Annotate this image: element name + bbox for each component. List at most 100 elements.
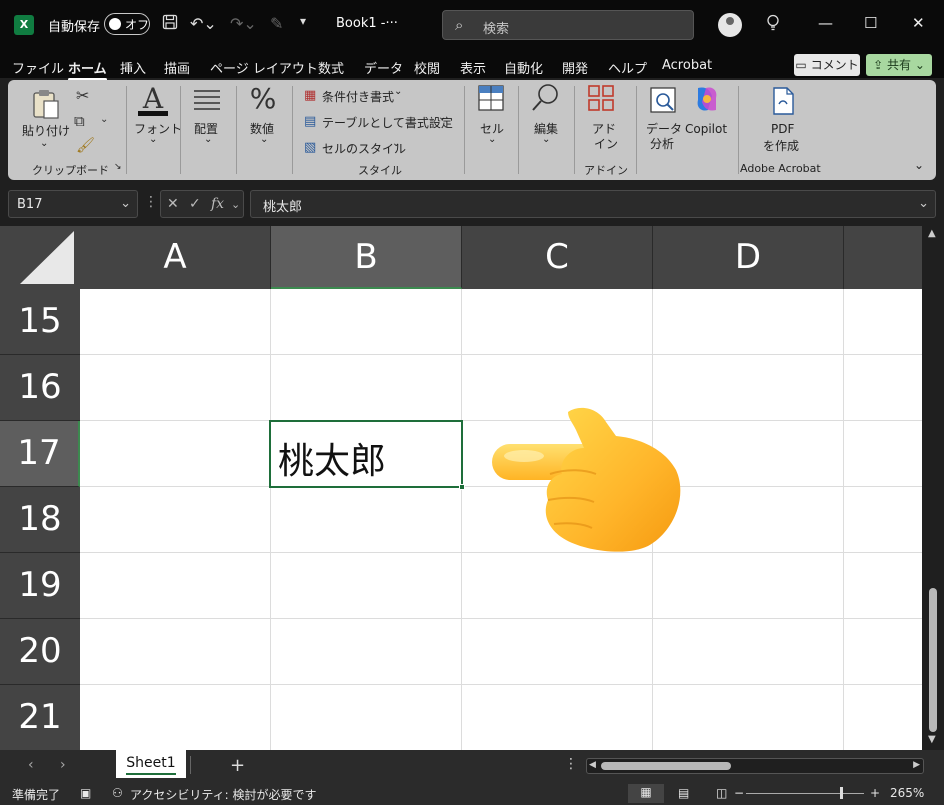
- cancel-icon[interactable]: ✕: [167, 196, 179, 212]
- format-as-table-button[interactable]: テーブルとして書式設定: [322, 114, 453, 131]
- horizontal-scrollbar[interactable]: ◀ ▶: [586, 758, 924, 774]
- autosave-toggle[interactable]: オフ: [104, 13, 150, 35]
- scroll-down-icon[interactable]: ▼: [928, 734, 936, 745]
- minimize-button[interactable]: —: [818, 14, 833, 32]
- number-chevron-icon[interactable]: ⌄: [260, 134, 268, 145]
- copy-icon[interactable]: ⧉: [74, 112, 85, 130]
- row-header-15[interactable]: 15: [0, 289, 80, 355]
- editing-chevron-icon[interactable]: ⌄: [542, 134, 550, 145]
- zoom-slider-thumb[interactable]: [840, 787, 843, 799]
- next-sheet-icon[interactable]: ›: [60, 757, 66, 773]
- paste-icon[interactable]: [30, 88, 62, 124]
- share-button[interactable]: ⇪ 共有 ⌄: [866, 54, 932, 76]
- menu-help[interactable]: ヘルプ: [608, 58, 647, 77]
- row-header-17[interactable]: 17: [0, 421, 80, 487]
- search-input[interactable]: ⌕ 検索: [442, 10, 694, 40]
- create-pdf-line2[interactable]: を作成: [763, 137, 799, 154]
- select-all-button[interactable]: [0, 226, 80, 289]
- redo-icon[interactable]: ↷⌄: [230, 14, 257, 33]
- zoom-level[interactable]: 265%: [890, 786, 924, 800]
- format-table-chevron-icon[interactable]: ⌄: [438, 112, 446, 123]
- scroll-right-icon[interactable]: ▶: [913, 760, 920, 770]
- column-header-e[interactable]: [844, 226, 922, 289]
- add-sheet-button[interactable]: +: [230, 755, 245, 776]
- prev-sheet-icon[interactable]: ‹: [28, 757, 34, 773]
- menu-developer[interactable]: 開発: [562, 58, 588, 77]
- comment-button[interactable]: ▭ コメント: [794, 54, 860, 76]
- copilot-button[interactable]: Copilot: [685, 122, 727, 136]
- row-header-20[interactable]: 20: [0, 619, 80, 685]
- page-break-view-icon[interactable]: ◫: [716, 786, 727, 800]
- avatar[interactable]: [718, 13, 742, 37]
- cut-icon[interactable]: ✂: [76, 86, 89, 105]
- spreadsheet-grid[interactable]: A B C D 15 16 17 18 19 20 21 桃太郎: [0, 226, 922, 750]
- quick-access-menu-icon[interactable]: ▾: [300, 14, 306, 28]
- horizontal-scroll-thumb[interactable]: [601, 762, 731, 770]
- collapse-ribbon-icon[interactable]: ⌄: [914, 158, 924, 172]
- formula-input[interactable]: 桃太郎 ⌄: [250, 190, 936, 218]
- lightbulb-icon[interactable]: [766, 14, 780, 36]
- zoom-out-button[interactable]: −: [734, 786, 744, 800]
- format-painter-brush-icon[interactable]: 🖌: [76, 136, 95, 154]
- percent-icon[interactable]: %: [248, 82, 278, 115]
- row-header-19[interactable]: 19: [0, 553, 80, 619]
- scroll-left-icon[interactable]: ◀: [589, 760, 596, 770]
- menu-insert[interactable]: 挿入: [120, 58, 146, 77]
- paste-button[interactable]: 貼り付け: [22, 122, 70, 139]
- data-analysis-icon[interactable]: [648, 86, 678, 118]
- format-painter-icon[interactable]: ✎: [270, 14, 283, 33]
- magnifier-icon[interactable]: [530, 82, 560, 118]
- column-header-a[interactable]: A: [80, 226, 271, 289]
- copy-chevron-icon[interactable]: ⌄: [100, 114, 108, 125]
- tab-split-handle-icon[interactable]: ⋮: [564, 756, 578, 772]
- alignment-icon[interactable]: [192, 88, 222, 116]
- conditional-format-button[interactable]: 条件付き書式: [322, 88, 394, 105]
- menu-home[interactable]: ホーム: [68, 58, 107, 81]
- column-header-d[interactable]: D: [653, 226, 844, 289]
- undo-icon[interactable]: ↶⌄: [190, 14, 217, 33]
- menu-acrobat[interactable]: Acrobat: [662, 58, 712, 73]
- column-header-b[interactable]: B: [271, 226, 462, 289]
- accessibility-icon[interactable]: ⚇: [112, 786, 123, 800]
- chevron-down-icon[interactable]: ⌄: [231, 198, 240, 211]
- create-pdf-icon[interactable]: [768, 86, 798, 120]
- scroll-up-icon[interactable]: ▲: [928, 228, 936, 239]
- dialog-launcher-icon[interactable]: ↘: [114, 162, 122, 172]
- accessibility-status[interactable]: アクセシビリティ: 検討が必要です: [130, 786, 317, 803]
- more-options-icon[interactable]: ⋮: [144, 194, 158, 210]
- close-button[interactable]: ✕: [912, 14, 925, 32]
- cells-icon[interactable]: [476, 84, 506, 116]
- vertical-scroll-thumb[interactable]: [929, 588, 937, 732]
- addins-icon[interactable]: [586, 84, 616, 116]
- name-box[interactable]: B17 ⌄: [8, 190, 138, 218]
- column-header-c[interactable]: C: [462, 226, 653, 289]
- insert-function-icon[interactable]: fx: [211, 196, 224, 212]
- enter-icon[interactable]: ✓: [189, 196, 201, 212]
- expand-formula-icon[interactable]: ⌄: [918, 196, 929, 211]
- menu-automate[interactable]: 自動化: [504, 58, 543, 77]
- macro-record-icon[interactable]: ▣: [80, 786, 91, 800]
- sheet-tab-sheet1[interactable]: Sheet1: [116, 750, 186, 778]
- conditional-chevron-icon[interactable]: ⌄: [394, 86, 402, 97]
- zoom-slider[interactable]: [746, 793, 864, 794]
- data-analysis-line2[interactable]: 分析: [650, 135, 674, 152]
- cell-styles-chevron-icon[interactable]: ⌄: [392, 138, 400, 149]
- page-layout-view-icon[interactable]: ▤: [678, 786, 689, 800]
- alignment-chevron-icon[interactable]: ⌄: [204, 134, 212, 145]
- zoom-in-button[interactable]: +: [870, 786, 880, 800]
- menu-draw[interactable]: 描画: [164, 58, 190, 77]
- menu-view[interactable]: 表示: [460, 58, 486, 77]
- font-chevron-icon[interactable]: ⌄: [149, 134, 157, 145]
- row-header-16[interactable]: 16: [0, 355, 80, 421]
- menu-formulas[interactable]: 数式: [318, 58, 344, 77]
- paste-chevron-icon[interactable]: ⌄: [40, 138, 48, 149]
- copilot-icon[interactable]: [692, 84, 722, 118]
- save-icon[interactable]: [162, 14, 178, 34]
- menu-data[interactable]: データ: [364, 58, 403, 77]
- menu-review[interactable]: 校閲: [414, 58, 440, 77]
- maximize-button[interactable]: ☐: [864, 14, 877, 32]
- menu-page-layout[interactable]: ページ レイアウト: [210, 58, 318, 77]
- vertical-scrollbar[interactable]: ▲ ▼: [922, 226, 944, 750]
- addins-label-line2[interactable]: イン: [594, 135, 618, 152]
- font-button[interactable]: フォント: [134, 120, 182, 137]
